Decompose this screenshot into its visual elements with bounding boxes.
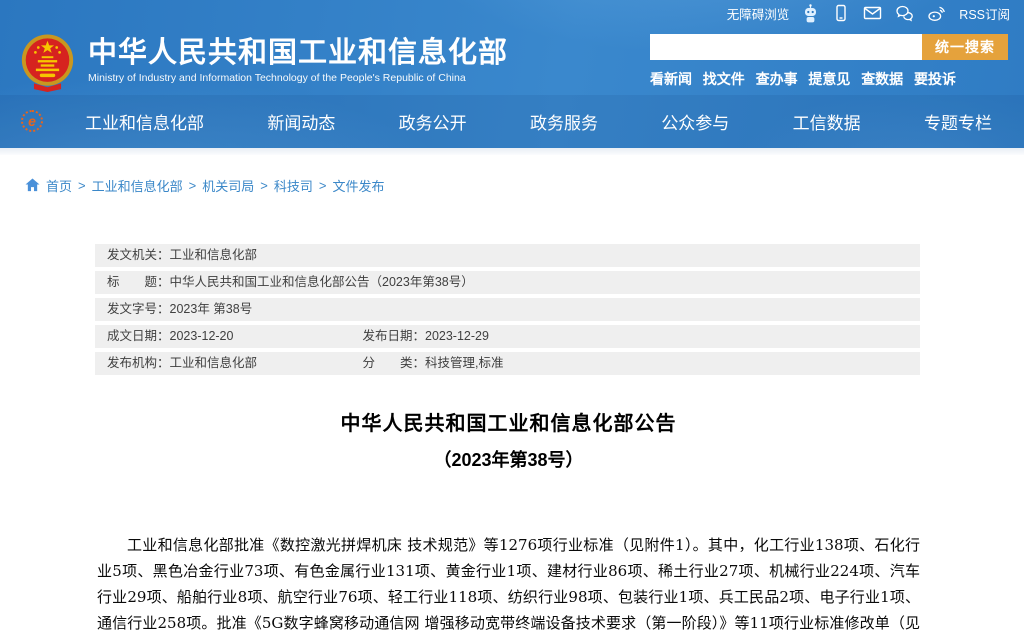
document-article: 中华人民共和国工业和信息化部公告 （2023年第38号） 工业和信息化部批准《数… [97, 407, 920, 634]
meta-row-title: 标 题：中华人民共和国工业和信息化部公告（2023年第38号） [95, 271, 920, 294]
wechat-icon[interactable] [895, 4, 914, 22]
quick-link-data[interactable]: 查数据 [861, 69, 903, 89]
utility-bar: 无障碍浏览 [0, 0, 1024, 26]
meta-row-dates: 成文日期：2023-12-20 发布日期：2023-12-29 [95, 325, 920, 348]
quick-link-news[interactable]: 看新闻 [650, 69, 692, 89]
accessibility-link[interactable]: 无障碍浏览 [727, 4, 790, 23]
meta-row-publisher-category: 发布机构：工业和信息化部 分 类：科技管理,标准 [95, 352, 920, 375]
nav-item-mii-data[interactable]: 工信数据 [793, 109, 861, 134]
crumb-miit[interactable]: 工业和信息化部 [92, 176, 183, 195]
site-brand[interactable]: 中华人民共和国工业和信息化部 Ministry of Industry and … [20, 29, 508, 93]
weibo-icon[interactable] [927, 4, 946, 22]
search-button[interactable]: 统一搜索 [922, 34, 1008, 60]
document-title-number: （2023年第38号） [97, 446, 920, 472]
site-subtitle: Ministry of Industry and Information Tec… [88, 72, 508, 84]
crumb-document-release: 文件发布 [332, 176, 384, 195]
crumb-departments[interactable]: 机关司局 [202, 176, 254, 195]
rss-link[interactable]: RSS订阅 [959, 4, 1010, 23]
brand-text: 中华人民共和国工业和信息化部 Ministry of Industry and … [88, 37, 508, 84]
document-paragraph: 工业和信息化部批准《数控激光拼焊机床 技术规范》等1276项行业标准（见附件1）… [97, 532, 920, 634]
quick-link-services[interactable]: 查办事 [756, 69, 798, 89]
document-title: 中华人民共和国工业和信息化部公告 [97, 407, 920, 436]
nav-item-gov-disclosure[interactable]: 政务公开 [399, 109, 467, 134]
nav-item-news[interactable]: 新闻动态 [267, 109, 335, 134]
national-emblem-icon [20, 33, 75, 93]
site-title: 中华人民共和国工业和信息化部 [88, 37, 508, 70]
nav-item-gov-services[interactable]: 政务服务 [530, 109, 598, 134]
search-input[interactable] [650, 34, 922, 60]
home-icon[interactable] [25, 179, 40, 192]
robot-assistant-icon[interactable] [802, 4, 819, 23]
nav-item-miit[interactable]: 工业和信息化部 [85, 109, 204, 134]
crumb-science-tech-dept[interactable]: 科技司 [274, 176, 313, 195]
meta-row-doc-number: 发文字号：2023年 第38号 [95, 298, 920, 321]
meta-row-issuing-authority: 发文机关：工业和信息化部 [95, 244, 920, 267]
primary-nav: e 工业和信息化部 新闻动态 政务公开 政务服务 公众参与 工信数据 专题专栏 [0, 95, 1024, 148]
quick-links: 看新闻 找文件 查办事 提意见 查数据 要投诉 [650, 69, 956, 89]
quick-link-feedback[interactable]: 提意见 [808, 69, 850, 89]
search-area: 统一搜索 看新闻 找文件 查办事 提意见 查数据 要投诉 [650, 34, 1008, 89]
nav-item-public-participation[interactable]: 公众参与 [661, 109, 729, 134]
mobile-icon[interactable] [832, 4, 850, 22]
crumb-home[interactable]: 首页 [46, 176, 72, 195]
quick-link-documents[interactable]: 找文件 [703, 69, 745, 89]
header-main: 中华人民共和国工业和信息化部 Ministry of Industry and … [0, 26, 1024, 95]
gov-gear-e-icon: e [21, 110, 43, 132]
document-meta-table: 发文机关：工业和信息化部 标 题：中华人民共和国工业和信息化部公告（2023年第… [95, 244, 920, 375]
breadcrumb: 首页 > 工业和信息化部 > 机关司局 > 科技司 > 文件发布 [25, 176, 1024, 195]
mail-icon[interactable] [863, 4, 882, 22]
miit-gov-page: 无障碍浏览 [0, 0, 1024, 634]
site-header: 无障碍浏览 [0, 0, 1024, 148]
quick-link-complaints[interactable]: 要投诉 [914, 69, 956, 89]
header-divider [0, 148, 1024, 155]
nav-item-special-topics[interactable]: 专题专栏 [924, 109, 992, 134]
